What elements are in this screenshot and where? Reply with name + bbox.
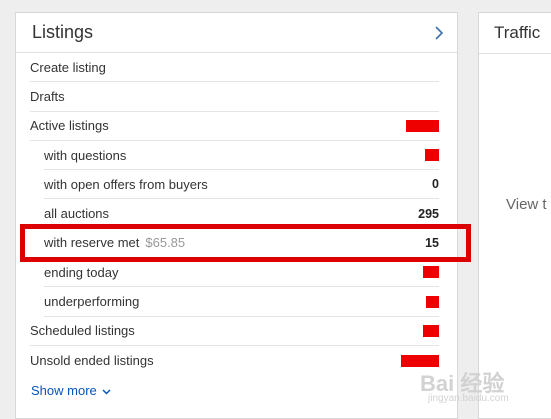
redaction-mark — [423, 266, 439, 279]
row-label: with reserve met — [44, 235, 140, 251]
listings-card: Listings Create listing Drafts Active li… — [15, 12, 458, 419]
row-count: 15 — [425, 235, 439, 250]
listings-list: Create listing Drafts Active listings wi… — [16, 53, 457, 375]
list-item-create-listing[interactable]: Create listing — [30, 53, 439, 83]
row-label: underperforming — [44, 294, 140, 310]
show-more-link[interactable]: Show more — [31, 375, 457, 405]
traffic-body-text[interactable]: View t — [506, 196, 547, 213]
row-label: Drafts — [30, 88, 65, 104]
row-count: 0 — [432, 177, 439, 192]
redaction-mark — [401, 354, 439, 367]
chevron-down-icon — [97, 383, 111, 398]
traffic-title: Traffic — [494, 23, 541, 42]
list-item-active-listings[interactable]: Active listings — [30, 112, 439, 141]
row-label: all auctions — [44, 206, 110, 222]
listings-header[interactable]: Listings — [16, 13, 457, 53]
row-label: Create listing — [30, 59, 106, 75]
row-label: Scheduled listings — [30, 323, 135, 339]
list-item-reserve-met[interactable]: with reserve met $65.85 15 — [44, 229, 439, 259]
row-label-group: with reserve met $65.85 — [44, 235, 185, 250]
row-amount: $65.85 — [145, 235, 186, 251]
list-item-unsold-ended[interactable]: Unsold ended listings — [30, 346, 439, 375]
row-label: Unsold ended listings — [30, 353, 154, 369]
list-item-scheduled-listings[interactable]: Scheduled listings — [30, 317, 439, 346]
row-label: with open offers from buyers — [44, 176, 208, 192]
traffic-header[interactable]: Traffic — [479, 13, 551, 54]
redaction-mark — [426, 295, 439, 308]
row-label: ending today — [44, 264, 119, 280]
redaction-mark — [406, 119, 439, 132]
show-more-label: Show more — [31, 382, 97, 398]
row-label: Active listings — [30, 118, 109, 134]
watermark-url: jingyan.baidu.com — [428, 393, 509, 404]
redaction-mark — [425, 149, 439, 162]
row-label: with questions — [44, 147, 127, 163]
listings-title: Listings — [32, 22, 94, 42]
redaction-mark — [423, 324, 439, 337]
list-item-with-questions[interactable]: with questions — [44, 141, 439, 171]
row-count: 295 — [418, 206, 439, 221]
traffic-card: Traffic View t — [478, 12, 551, 419]
list-item-underperforming[interactable]: underperforming — [44, 287, 439, 317]
chevron-right-icon[interactable] — [433, 25, 445, 41]
list-item-ending-today[interactable]: ending today — [44, 258, 439, 288]
list-item-all-auctions[interactable]: all auctions 295 — [44, 199, 439, 229]
list-item-open-offers[interactable]: with open offers from buyers 0 — [44, 170, 439, 200]
list-item-drafts[interactable]: Drafts — [30, 82, 439, 112]
